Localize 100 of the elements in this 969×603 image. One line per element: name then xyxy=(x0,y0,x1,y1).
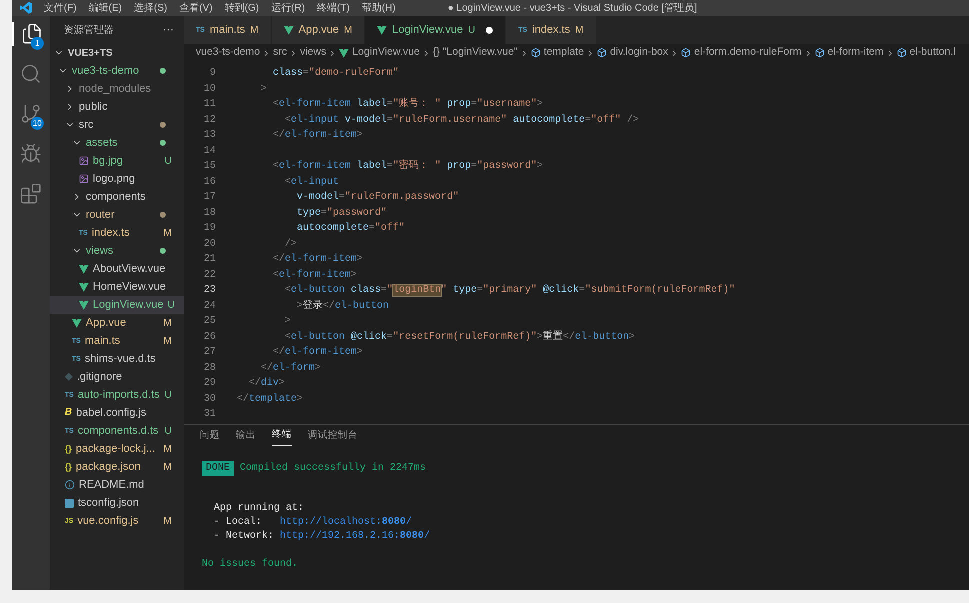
file-item[interactable]: logo.png xyxy=(50,170,184,188)
chevron-right-icon xyxy=(422,48,431,58)
file-item[interactable]: tsconfig.json xyxy=(50,494,184,512)
line-number: 18 xyxy=(202,206,216,221)
breadcrumb[interactable]: vue3-ts-demo xyxy=(196,45,260,61)
file-item[interactable]: App.vue M xyxy=(50,314,184,332)
folder-item[interactable]: views xyxy=(50,242,184,260)
breadcrumb[interactable]: el-button.l xyxy=(896,45,956,61)
app-logo xyxy=(20,2,32,14)
more-button[interactable]: ··· xyxy=(163,22,174,38)
line-number: 11 xyxy=(202,98,216,112)
tab-label: index.ts xyxy=(532,22,570,38)
file-item[interactable]: AboutView.vue xyxy=(50,260,184,278)
line-number: 25 xyxy=(202,315,216,330)
branch-icon xyxy=(20,103,42,125)
folder-item[interactable]: assets xyxy=(50,134,184,152)
config-file-icon xyxy=(65,498,74,508)
file-name: main.ts xyxy=(84,334,122,349)
code-line: /> xyxy=(284,238,298,252)
folder-item[interactable]: vue3-ts-demo xyxy=(50,62,184,80)
code-line: <el-form-item> xyxy=(272,268,358,283)
file-name: components xyxy=(86,190,147,205)
file-name: .gitignore xyxy=(77,370,124,385)
file-item[interactable]: .gitignore xyxy=(50,368,184,386)
code-line: > xyxy=(284,315,292,330)
file-item[interactable]: {} package-lock.j... M xyxy=(50,440,184,458)
menu-item[interactable]: 文件(F) xyxy=(44,0,77,16)
terminal-text: App running at: xyxy=(214,502,306,516)
url-link[interactable]: http://localhost:8080/ xyxy=(280,516,412,530)
editor-tab[interactable]: LoginView.vue U xyxy=(365,16,506,44)
file-item[interactable]: HomeView.vue xyxy=(50,278,184,296)
terminal-text: No issues found. xyxy=(202,558,300,572)
search-icon xyxy=(20,63,42,85)
file-name: node_modules xyxy=(79,82,152,97)
git-status: M xyxy=(250,24,259,38)
section-title: VUE3+TS xyxy=(68,46,113,60)
terminal-text: - Network: xyxy=(214,530,276,544)
file-item[interactable]: README.md xyxy=(50,476,184,494)
editor-tab[interactable]: App.vue M xyxy=(272,16,366,44)
breadcrumb[interactable]: el-form.demo-ruleForm xyxy=(681,45,802,61)
menu-item[interactable]: 选择(S) xyxy=(134,0,168,16)
file-name: public xyxy=(79,100,109,115)
panel-tab[interactable]: 终端 xyxy=(272,428,292,446)
sidebar-title: 资源管理器 xyxy=(64,24,114,38)
file-name: App.vue xyxy=(86,316,128,331)
breadcrumb[interactable]: div.login-box xyxy=(597,45,668,61)
line-number: 19 xyxy=(202,222,216,236)
file-name: router xyxy=(86,208,116,223)
file-item[interactable]: LoginView.vue U xyxy=(50,296,184,314)
file-item[interactable]: {} package.json M xyxy=(50,458,184,476)
info-icon xyxy=(65,480,75,490)
panel-tab[interactable]: 问题 xyxy=(200,428,220,446)
file-name: HomeView.vue xyxy=(93,280,168,295)
file-name: index.ts xyxy=(92,226,131,241)
line-number: 21 xyxy=(202,253,216,268)
panel-tab[interactable]: 调试控制台 xyxy=(308,428,358,446)
menu-item[interactable]: 运行(R) xyxy=(271,0,306,16)
code-line: autocomplete="off" xyxy=(296,222,406,236)
breadcrumb[interactable]: LoginView.vue xyxy=(339,45,420,61)
line-number: 14 xyxy=(202,144,216,159)
code-line: <el-form-item label="账号： " prop="username"> xyxy=(272,97,544,112)
git-status: U xyxy=(164,154,172,168)
section-header[interactable]: VUE3+TS xyxy=(50,44,184,62)
cube-icon xyxy=(896,48,907,58)
menu-item[interactable]: 查看(V) xyxy=(179,0,213,16)
file-name: vue.config.js xyxy=(78,514,140,529)
code-line: >登录</el-button xyxy=(296,299,390,314)
line-number: 29 xyxy=(202,377,216,392)
file-name: package.json xyxy=(76,460,142,475)
code-line: </el-form-item> xyxy=(272,346,364,360)
breadcrumb[interactable]: template xyxy=(530,45,584,61)
babel-file-icon: B xyxy=(65,408,72,418)
tab-label: App.vue xyxy=(298,22,340,38)
folder-item[interactable]: components xyxy=(50,188,184,206)
code-line: <el-button class="loginBtn" type="primary" @click="submitForm(ruleFormRef)" xyxy=(284,284,736,298)
git-status: U xyxy=(168,298,175,312)
file-item[interactable]: bg.jpg U xyxy=(50,152,184,170)
folder-item[interactable]: node_modules xyxy=(50,80,184,98)
menu-item[interactable]: 终端(T) xyxy=(317,0,350,16)
menu-item[interactable]: 编辑(E) xyxy=(88,0,122,16)
file-name: views xyxy=(86,244,115,259)
file-item[interactable]: B babel.config.js xyxy=(50,404,184,422)
folder-item[interactable]: public xyxy=(50,98,184,116)
breadcrumb[interactable]: {} "LoginView.vue" xyxy=(433,45,518,61)
panel-tab[interactable]: 输出 xyxy=(236,428,256,446)
breadcrumb[interactable]: el-form-item xyxy=(814,45,884,61)
terminal-text: - Local: xyxy=(214,516,264,530)
breadcrumb[interactable]: views xyxy=(300,45,326,61)
vue-icon xyxy=(339,48,350,58)
breadcrumb[interactable]: src xyxy=(273,45,288,61)
folder-item[interactable]: src xyxy=(50,116,184,134)
json-file-icon: {} xyxy=(65,462,72,472)
menu-item[interactable]: 帮助(H) xyxy=(362,0,396,16)
code-line: </el-form-item> xyxy=(272,128,364,144)
git-status: M xyxy=(164,442,172,456)
menu-item[interactable]: 转到(G) xyxy=(224,0,260,16)
folder-item[interactable]: router xyxy=(50,206,184,224)
bug-icon xyxy=(20,143,42,165)
line-number: 15 xyxy=(202,160,216,174)
url-link[interactable]: http://192.168.2.16:8080/ xyxy=(280,530,430,544)
